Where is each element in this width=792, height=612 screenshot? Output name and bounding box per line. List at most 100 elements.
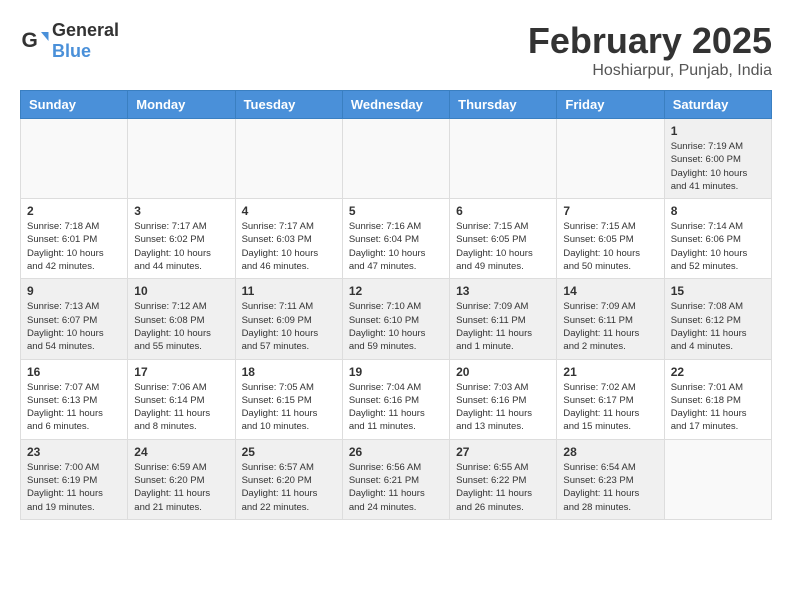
calendar-cell: 20Sunrise: 7:03 AM Sunset: 6:16 PM Dayli… xyxy=(450,359,557,439)
day-info: Sunrise: 7:06 AM Sunset: 6:14 PM Dayligh… xyxy=(134,381,228,434)
day-info: Sunrise: 6:55 AM Sunset: 6:22 PM Dayligh… xyxy=(456,461,550,514)
day-info: Sunrise: 7:17 AM Sunset: 6:03 PM Dayligh… xyxy=(242,220,336,273)
day-info: Sunrise: 7:16 AM Sunset: 6:04 PM Dayligh… xyxy=(349,220,443,273)
calendar-cell xyxy=(557,119,664,199)
calendar-cell xyxy=(450,119,557,199)
day-number: 25 xyxy=(242,445,336,459)
day-number: 13 xyxy=(456,284,550,298)
day-info: Sunrise: 6:54 AM Sunset: 6:23 PM Dayligh… xyxy=(563,461,657,514)
day-number: 6 xyxy=(456,204,550,218)
calendar-cell xyxy=(21,119,128,199)
calendar-cell: 21Sunrise: 7:02 AM Sunset: 6:17 PM Dayli… xyxy=(557,359,664,439)
day-number: 18 xyxy=(242,365,336,379)
day-number: 3 xyxy=(134,204,228,218)
day-info: Sunrise: 7:04 AM Sunset: 6:16 PM Dayligh… xyxy=(349,381,443,434)
day-info: Sunrise: 7:05 AM Sunset: 6:15 PM Dayligh… xyxy=(242,381,336,434)
calendar-cell: 4 Sunrise: 7:17 AM Sunset: 6:03 PM Daylig… xyxy=(235,199,342,279)
calendar-cell: 3 Sunrise: 7:17 AM Sunset: 6:02 PM Daylig… xyxy=(128,199,235,279)
calendar-week-2: 2 Sunrise: 7:18 AM Sunset: 6:01 PM Daylig… xyxy=(21,199,772,279)
calendar-cell: 8Sunrise: 7:14 AM Sunset: 6:06 PM Daylig… xyxy=(664,199,771,279)
day-number: 7 xyxy=(563,204,657,218)
day-number: 26 xyxy=(349,445,443,459)
day-number: 22 xyxy=(671,365,765,379)
logo: G General Blue xyxy=(20,20,119,62)
day-number: 28 xyxy=(563,445,657,459)
day-number: 15 xyxy=(671,284,765,298)
calendar-cell: 26Sunrise: 6:56 AM Sunset: 6:21 PM Dayli… xyxy=(342,439,449,519)
page-header: G General Blue February 2025 Hoshiarpur,… xyxy=(20,20,772,80)
day-number: 11 xyxy=(242,284,336,298)
day-number: 5 xyxy=(349,204,443,218)
calendar-week-5: 23 Sunrise: 7:00 AM Sunset: 6:19 PM Dayli… xyxy=(21,439,772,519)
day-number: 24 xyxy=(134,445,228,459)
calendar-cell xyxy=(128,119,235,199)
title-block: February 2025 Hoshiarpur, Punjab, India xyxy=(528,20,772,80)
calendar-cell: 2 Sunrise: 7:18 AM Sunset: 6:01 PM Daylig… xyxy=(21,199,128,279)
calendar-cell: 9Sunrise: 7:13 AM Sunset: 6:07 PM Daylig… xyxy=(21,279,128,359)
calendar-cell: 7 Sunrise: 7:15 AM Sunset: 6:05 PM Daylig… xyxy=(557,199,664,279)
day-info: Sunrise: 7:17 AM Sunset: 6:02 PM Dayligh… xyxy=(134,220,228,273)
month-title: February 2025 xyxy=(528,20,772,62)
calendar-cell: 14 Sunrise: 7:09 AM Sunset: 6:11 PM Dayli… xyxy=(557,279,664,359)
day-info: Sunrise: 7:08 AM Sunset: 6:12 PM Dayligh… xyxy=(671,300,765,353)
calendar-cell: 10 Sunrise: 7:12 AM Sunset: 6:08 PM Dayli… xyxy=(128,279,235,359)
calendar-header-row: SundayMondayTuesdayWednesdayThursdayFrid… xyxy=(21,91,772,119)
day-info: Sunrise: 6:59 AM Sunset: 6:20 PM Dayligh… xyxy=(134,461,228,514)
day-info: Sunrise: 7:01 AM Sunset: 6:18 PM Dayligh… xyxy=(671,381,765,434)
calendar-week-1: 1Sunrise: 7:19 AM Sunset: 6:00 PM Daylig… xyxy=(21,119,772,199)
day-number: 4 xyxy=(242,204,336,218)
day-info: Sunrise: 7:12 AM Sunset: 6:08 PM Dayligh… xyxy=(134,300,228,353)
calendar-cell: 15 Sunrise: 7:08 AM Sunset: 6:12 PM Dayli… xyxy=(664,279,771,359)
weekday-header-sunday: Sunday xyxy=(21,91,128,119)
calendar-cell xyxy=(342,119,449,199)
calendar-cell xyxy=(664,439,771,519)
day-number: 8 xyxy=(671,204,765,218)
logo-icon: G xyxy=(20,26,50,56)
calendar-cell: 13 Sunrise: 7:09 AM Sunset: 6:11 PM Dayli… xyxy=(450,279,557,359)
calendar-cell: 6 Sunrise: 7:15 AM Sunset: 6:05 PM Daylig… xyxy=(450,199,557,279)
day-number: 27 xyxy=(456,445,550,459)
weekday-header-tuesday: Tuesday xyxy=(235,91,342,119)
calendar-table: SundayMondayTuesdayWednesdayThursdayFrid… xyxy=(20,90,772,520)
calendar-cell: 28 Sunrise: 6:54 AM Sunset: 6:23 PM Dayli… xyxy=(557,439,664,519)
day-info: Sunrise: 7:02 AM Sunset: 6:17 PM Dayligh… xyxy=(563,381,657,434)
day-info: Sunrise: 7:11 AM Sunset: 6:09 PM Dayligh… xyxy=(242,300,336,353)
location-title: Hoshiarpur, Punjab, India xyxy=(528,62,772,80)
day-info: Sunrise: 7:15 AM Sunset: 6:05 PM Dayligh… xyxy=(563,220,657,273)
calendar-cell: 24 Sunrise: 6:59 AM Sunset: 6:20 PM Dayli… xyxy=(128,439,235,519)
calendar-cell: 1Sunrise: 7:19 AM Sunset: 6:00 PM Daylig… xyxy=(664,119,771,199)
day-info: Sunrise: 7:09 AM Sunset: 6:11 PM Dayligh… xyxy=(456,300,550,353)
day-number: 23 xyxy=(27,445,121,459)
calendar-cell: 12Sunrise: 7:10 AM Sunset: 6:10 PM Dayli… xyxy=(342,279,449,359)
day-info: Sunrise: 6:57 AM Sunset: 6:20 PM Dayligh… xyxy=(242,461,336,514)
day-info: Sunrise: 7:07 AM Sunset: 6:13 PM Dayligh… xyxy=(27,381,121,434)
day-number: 16 xyxy=(27,365,121,379)
calendar-week-4: 16 Sunrise: 7:07 AM Sunset: 6:13 PM Dayli… xyxy=(21,359,772,439)
day-number: 19 xyxy=(349,365,443,379)
weekday-header-thursday: Thursday xyxy=(450,91,557,119)
day-info: Sunrise: 7:15 AM Sunset: 6:05 PM Dayligh… xyxy=(456,220,550,273)
logo-blue: Blue xyxy=(52,41,91,61)
weekday-header-saturday: Saturday xyxy=(664,91,771,119)
day-number: 14 xyxy=(563,284,657,298)
day-info: Sunrise: 7:18 AM Sunset: 6:01 PM Dayligh… xyxy=(27,220,121,273)
calendar-cell: 22 Sunrise: 7:01 AM Sunset: 6:18 PM Dayli… xyxy=(664,359,771,439)
logo-general: General xyxy=(52,20,119,40)
day-number: 12 xyxy=(349,284,443,298)
calendar-cell: 17Sunrise: 7:06 AM Sunset: 6:14 PM Dayli… xyxy=(128,359,235,439)
calendar-cell: 23 Sunrise: 7:00 AM Sunset: 6:19 PM Dayli… xyxy=(21,439,128,519)
day-number: 20 xyxy=(456,365,550,379)
weekday-header-monday: Monday xyxy=(128,91,235,119)
calendar-cell: 27 Sunrise: 6:55 AM Sunset: 6:22 PM Dayli… xyxy=(450,439,557,519)
weekday-header-wednesday: Wednesday xyxy=(342,91,449,119)
day-info: Sunrise: 7:00 AM Sunset: 6:19 PM Dayligh… xyxy=(27,461,121,514)
day-info: Sunrise: 7:09 AM Sunset: 6:11 PM Dayligh… xyxy=(563,300,657,353)
day-info: Sunrise: 7:19 AM Sunset: 6:00 PM Dayligh… xyxy=(671,140,765,193)
calendar-cell: 19 Sunrise: 7:04 AM Sunset: 6:16 PM Dayli… xyxy=(342,359,449,439)
day-number: 2 xyxy=(27,204,121,218)
weekday-header-friday: Friday xyxy=(557,91,664,119)
day-number: 10 xyxy=(134,284,228,298)
svg-text:G: G xyxy=(22,29,38,52)
calendar-cell xyxy=(235,119,342,199)
calendar-cell: 16 Sunrise: 7:07 AM Sunset: 6:13 PM Dayli… xyxy=(21,359,128,439)
